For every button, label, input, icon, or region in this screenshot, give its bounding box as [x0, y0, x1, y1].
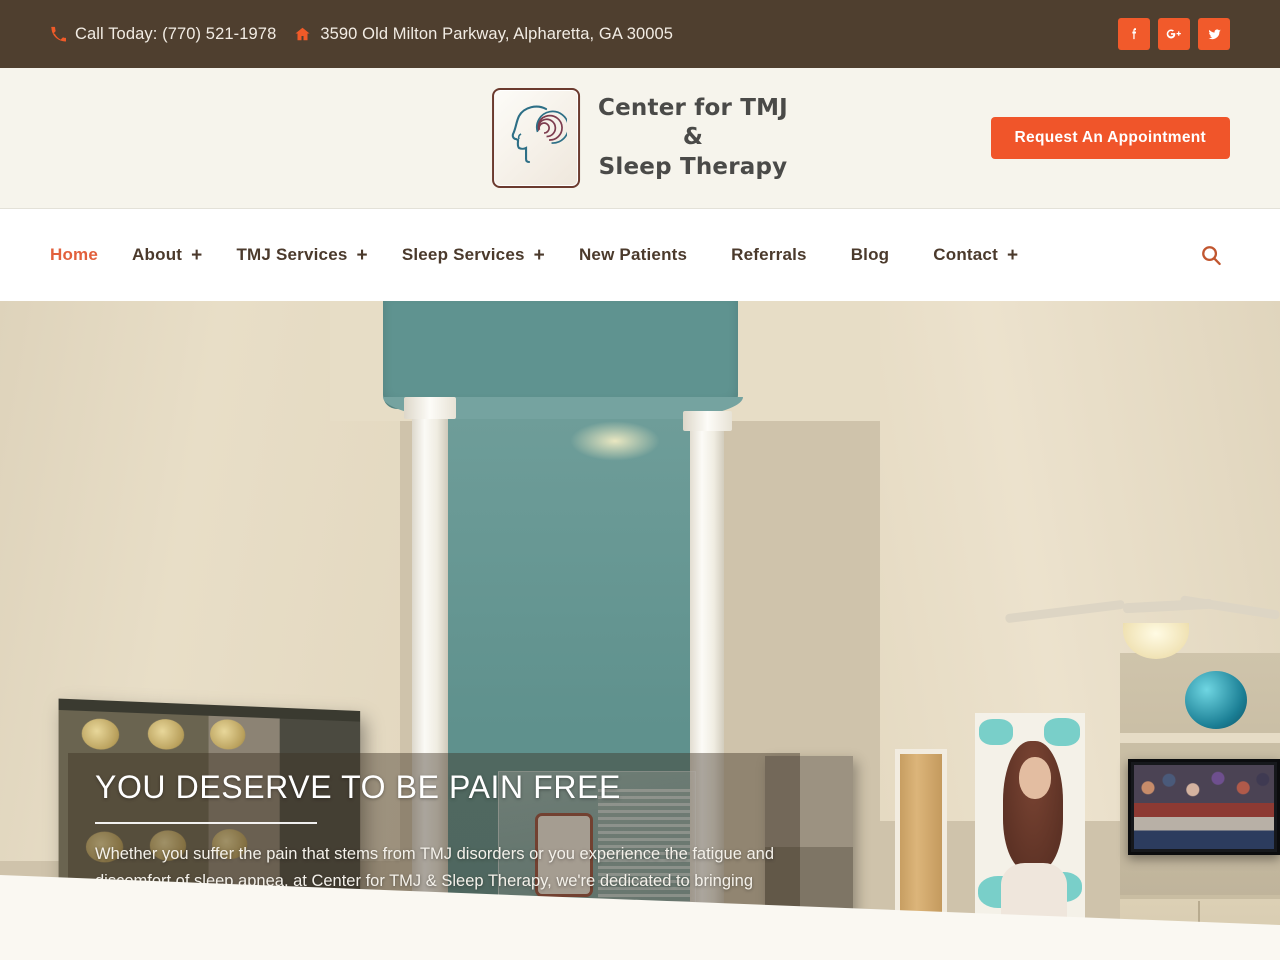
site-logo[interactable]: Center for TMJ & Sleep Therapy [492, 88, 788, 188]
google-plus-icon[interactable] [1158, 18, 1190, 50]
hero-bottom-diagonal [0, 875, 1280, 960]
top-contact-bar: Call Today: (770) 521-1978 3590 Old Milt… [0, 0, 1280, 68]
nav-item-contact[interactable]: Contact + [933, 245, 1018, 265]
phone-icon [50, 26, 66, 42]
nav-label-new-patients: New Patients [578, 245, 688, 264]
plus-icon: + [191, 244, 203, 266]
main-navigation: Home About + TMJ Services + Sleep Servic… [0, 209, 1280, 301]
contact-group: Call Today: (770) 521-1978 3590 Old Milt… [50, 25, 673, 44]
home-icon [294, 26, 311, 42]
phone-label: Call Today: (770) 521-1978 [75, 24, 277, 43]
nav-label-contact: Contact [933, 245, 998, 264]
nav-item-referrals[interactable]: Referrals [731, 245, 807, 265]
address-link[interactable]: 3590 Old Milton Parkway, Alpharetta, GA … [294, 25, 673, 44]
search-icon[interactable] [1196, 240, 1226, 270]
plus-icon: + [1006, 244, 1019, 266]
plus-icon: + [533, 244, 545, 266]
nav-item-home[interactable]: Home [50, 245, 98, 265]
nav-label-blog: Blog [850, 245, 890, 264]
nav-list: Home About + TMJ Services + Sleep Servic… [0, 245, 1052, 265]
hero-banner: YOU DESERVE TO BE PAIN FREE Whether you … [0, 301, 1280, 960]
phone-link[interactable]: Call Today: (770) 521-1978 [50, 25, 276, 44]
plus-icon: + [356, 244, 368, 266]
twitter-icon[interactable] [1198, 18, 1230, 50]
nav-label-sleep-services: Sleep Services [401, 245, 525, 264]
nav-label-about: About [132, 245, 183, 264]
nav-label-tmj-services: TMJ Services [236, 245, 348, 264]
header-logo-bar: Center for TMJ & Sleep Therapy Request A… [0, 68, 1280, 209]
logo-line-1: Center for TMJ [598, 94, 788, 121]
nav-label-referrals: Referrals [731, 245, 807, 264]
nav-item-about[interactable]: About + [132, 245, 202, 265]
address-label: 3590 Old Milton Parkway, Alpharetta, GA … [320, 24, 674, 43]
head-profile-logo-icon [492, 88, 581, 188]
nav-item-new-patients[interactable]: New Patients [579, 245, 687, 265]
nav-item-blog[interactable]: Blog [851, 245, 890, 265]
nav-item-sleep-services[interactable]: Sleep Services + [402, 245, 545, 265]
facebook-icon[interactable] [1118, 18, 1150, 50]
request-appointment-button[interactable]: Request An Appointment [990, 117, 1230, 159]
hero-title: YOU DESERVE TO BE PAIN FREE [95, 769, 621, 805]
nav-label-home: Home [50, 245, 99, 264]
logo-wordmark: Center for TMJ & Sleep Therapy [598, 94, 788, 182]
logo-line-2: & [682, 124, 704, 151]
nav-item-tmj-services[interactable]: TMJ Services + [236, 245, 367, 265]
social-links [1118, 18, 1230, 50]
logo-line-3: Sleep Therapy [598, 153, 788, 180]
